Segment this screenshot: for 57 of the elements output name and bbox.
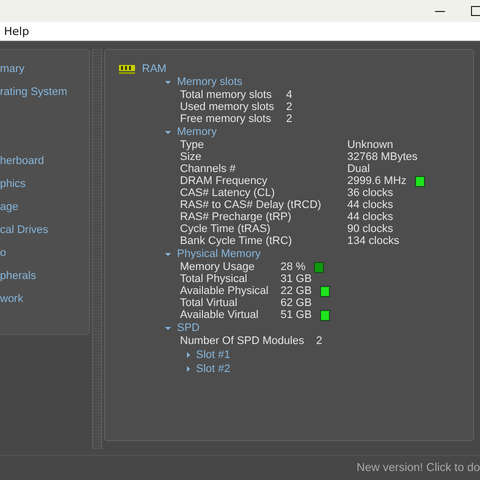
property-label: Total Physical	[180, 273, 248, 285]
property-label: Total memory slots	[180, 89, 273, 101]
property-value: 28 %	[280, 261, 306, 273]
maximize-icon[interactable]	[471, 6, 480, 16]
property-label: Channels #	[180, 163, 237, 175]
property-value: 44 clocks	[347, 199, 394, 211]
sidebar-item[interactable]: mary	[0, 62, 89, 85]
property-label: Number Of SPD Modules	[180, 335, 304, 347]
property-label: Bank Cycle Time (tRC)	[180, 235, 293, 247]
property-label: DRAM Frequency	[180, 175, 268, 187]
property-label: CAS# Latency (CL)	[180, 187, 276, 199]
sidebar-item[interactable]: age	[0, 200, 89, 223]
property-label: Used memory slots	[180, 101, 274, 113]
property-label: Cycle Time (tRAS)	[180, 223, 272, 235]
sidebar-item[interactable]: cal Drives	[0, 223, 89, 246]
sidebar-item[interactable]: pherals	[0, 269, 89, 292]
property-label: Available Virtual	[180, 309, 260, 321]
section-toggle[interactable]: Memory slots	[165, 76, 242, 89]
menu-item[interactable]: Help	[4, 24, 30, 38]
property-value: 4	[286, 89, 292, 101]
property-label: Memory Usage	[180, 261, 256, 273]
update-link[interactable]: New version! Click to do	[356, 462, 480, 474]
property-value: 32768 MBytes	[347, 151, 418, 163]
tree-item[interactable]: Slot #1	[187, 348, 230, 362]
property-label: RAS# Precharge (tRP)	[180, 211, 292, 223]
property-label: RAS# to CAS# Delay (tRCD)	[180, 199, 322, 211]
memory-module-icon	[119, 64, 135, 74]
property-value: Dual	[347, 163, 370, 175]
property-value: 2	[286, 113, 292, 125]
property-value: 2999.6 MHz	[347, 175, 407, 187]
sidebar-item[interactable]: work	[0, 292, 89, 315]
sidebar-item[interactable]: herboard	[0, 154, 89, 177]
property-label: Total Virtual	[180, 297, 238, 309]
property-value: Unknown	[347, 139, 394, 151]
property-value: 36 clocks	[347, 187, 394, 199]
property-value: 31 GB	[280, 273, 312, 285]
sidebar-item[interactable]: rating System	[0, 85, 89, 108]
property-label: Size	[180, 151, 202, 163]
property-label: Free memory slots	[180, 113, 272, 125]
section-toggle[interactable]: Physical Memory	[165, 248, 261, 261]
sidebar-item[interactable]: phics	[0, 177, 89, 200]
minimize-icon[interactable]	[435, 10, 445, 12]
property-label: Available Physical	[180, 285, 268, 297]
section-toggle[interactable]: Memory	[165, 126, 217, 139]
property-value: 22 GB	[280, 285, 312, 297]
property-value: 134 clocks	[347, 235, 400, 247]
property-value: 90 clocks	[347, 223, 394, 235]
property-value: 2	[286, 101, 292, 113]
property-value: 62 GB	[280, 297, 312, 309]
property-label: Type	[180, 139, 205, 151]
property-value: 51 GB	[280, 309, 312, 321]
sidebar-item[interactable]: o	[0, 246, 89, 269]
tree-item[interactable]: Slot #2	[187, 362, 230, 376]
category-title: RAM	[142, 63, 166, 75]
property-value: 44 clocks	[347, 211, 394, 223]
property-value: 2	[316, 335, 322, 347]
section-toggle[interactable]: SPD	[165, 322, 200, 335]
